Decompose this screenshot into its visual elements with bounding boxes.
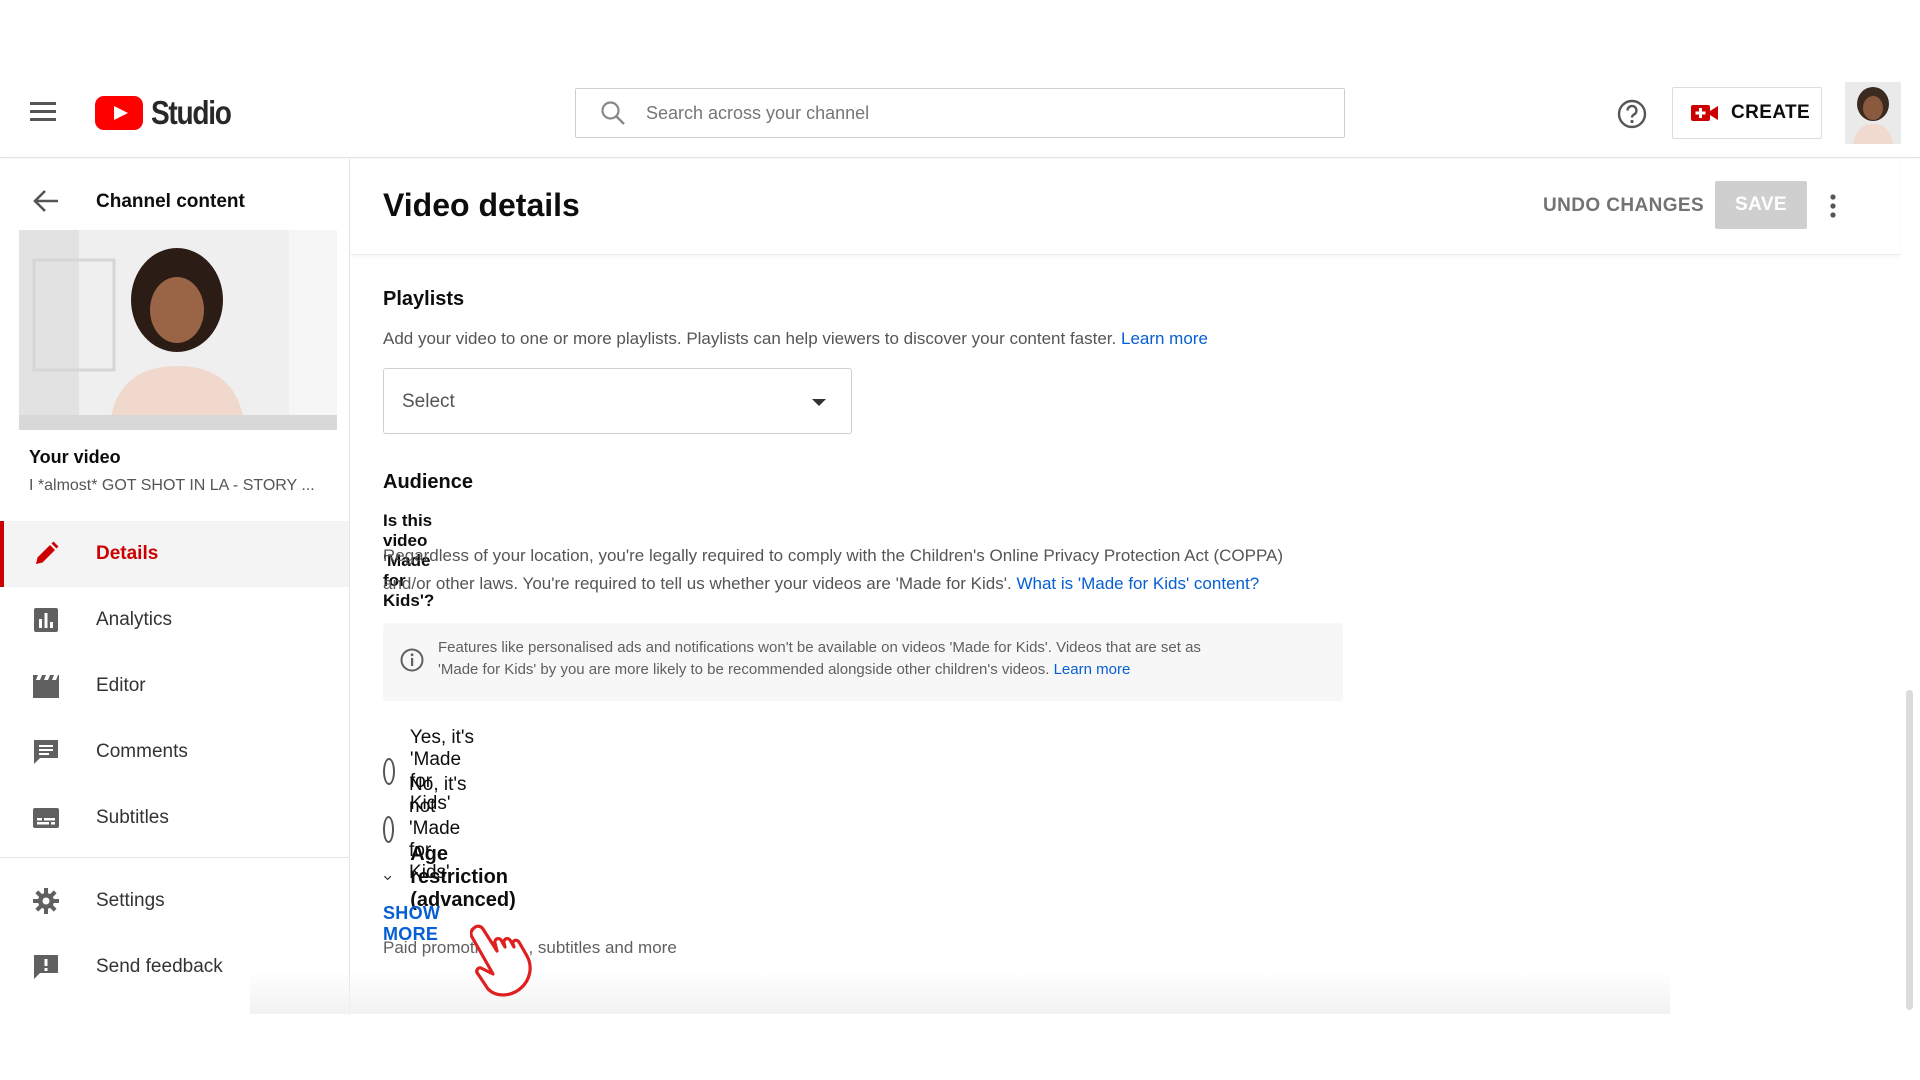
page-scrollbar[interactable] bbox=[1906, 690, 1913, 1010]
gear-icon bbox=[31, 886, 61, 916]
create-button[interactable]: CREATE bbox=[1672, 87, 1822, 139]
logo-text: Studio bbox=[151, 94, 232, 131]
feedback-icon bbox=[31, 952, 61, 982]
sidebar-item-label: Send feedback bbox=[96, 956, 223, 977]
subtitles-icon bbox=[31, 803, 61, 833]
search-bar[interactable] bbox=[575, 88, 1345, 138]
info-icon bbox=[399, 647, 425, 673]
create-label: CREATE bbox=[1731, 102, 1811, 123]
coppa-description-line2: and/or other laws. You're required to te… bbox=[383, 570, 1259, 598]
sidebar-nav: Details Analytics Editor Comments Subtit… bbox=[0, 521, 349, 1000]
radio-circle[interactable] bbox=[383, 815, 395, 843]
dropdown-caret-icon bbox=[812, 399, 826, 406]
editor-icon bbox=[31, 671, 61, 701]
info-box-line2: 'Made for Kids' by you are more likely t… bbox=[438, 659, 1201, 681]
sidebar-item-editor[interactable]: Editor bbox=[0, 653, 349, 719]
channel-content-title[interactable]: Channel content bbox=[96, 191, 245, 213]
sidebar-item-details[interactable]: Details bbox=[0, 521, 349, 587]
sidebar-item-label: Comments bbox=[96, 741, 188, 762]
sidebar: Channel content Your video I *almost* GO… bbox=[0, 159, 350, 1015]
video-thumbnail[interactable] bbox=[19, 230, 337, 430]
playlists-description-text: Add your video to one or more playlists.… bbox=[383, 329, 1117, 348]
studio-logo[interactable]: Studio bbox=[95, 94, 245, 132]
more-options-icon[interactable] bbox=[1827, 193, 1839, 219]
back-arrow-icon[interactable] bbox=[32, 189, 60, 213]
menu-icon[interactable] bbox=[30, 100, 56, 122]
sidebar-divider bbox=[0, 857, 349, 858]
sidebar-item-label: Subtitles bbox=[96, 807, 169, 828]
youtube-studio-app: Studio CREATE Channel content bbox=[0, 0, 1920, 1080]
undo-changes-button[interactable]: UNDO CHANGES bbox=[1543, 195, 1704, 217]
sidebar-item-comments[interactable]: Comments bbox=[0, 719, 349, 785]
info-box-line2-text: 'Made for Kids' by you are more likely t… bbox=[438, 661, 1050, 678]
video-title: I *almost* GOT SHOT IN LA - STORY ... bbox=[29, 477, 315, 494]
bottom-fade bbox=[250, 970, 1670, 1014]
sidebar-item-label: Settings bbox=[96, 890, 165, 911]
main-content: Video details UNDO CHANGES SAVE Playlist… bbox=[351, 159, 1920, 1015]
age-restriction-toggle[interactable]: Age restriction (advanced) bbox=[383, 843, 527, 912]
page-title: Video details bbox=[383, 187, 580, 223]
top-header: Studio CREATE bbox=[0, 70, 1920, 158]
sidebar-item-label: Details bbox=[96, 543, 159, 564]
playlists-heading: Playlists bbox=[383, 288, 465, 310]
playlists-description: Add your video to one or more playlists.… bbox=[383, 325, 1208, 353]
sidebar-item-label: Editor bbox=[96, 675, 146, 696]
main-header: Video details UNDO CHANGES SAVE bbox=[351, 159, 1900, 255]
chevron-down-icon bbox=[383, 875, 392, 880]
show-more-subtext-a: Paid promoti bbox=[383, 938, 479, 957]
info-box-learn-more-link[interactable]: Learn more bbox=[1054, 661, 1131, 678]
your-video-label: Your video bbox=[29, 447, 121, 467]
analytics-icon bbox=[31, 605, 61, 635]
info-box-text: Features like personalised ads and notif… bbox=[438, 637, 1201, 681]
coppa-description-line1: Regardless of your location, you're lega… bbox=[383, 546, 1284, 565]
sidebar-item-analytics[interactable]: Analytics bbox=[0, 587, 349, 653]
help-icon[interactable] bbox=[1616, 98, 1648, 130]
playlists-select[interactable]: Select bbox=[383, 368, 852, 434]
youtube-logo-icon bbox=[95, 96, 143, 130]
audience-heading: Audience bbox=[383, 471, 474, 493]
video-camera-icon bbox=[1691, 105, 1718, 121]
sidebar-item-label: Analytics bbox=[96, 609, 173, 630]
account-avatar[interactable] bbox=[1845, 82, 1901, 144]
playlists-learn-more-link[interactable]: Learn more bbox=[1121, 329, 1208, 348]
made-for-kids-info-link[interactable]: What is 'Made for Kids' content? bbox=[1016, 574, 1259, 593]
pencil-icon bbox=[31, 539, 61, 569]
age-restriction-label: Age restriction (advanced) bbox=[410, 843, 516, 911]
sidebar-item-subtitles[interactable]: Subtitles bbox=[0, 785, 349, 851]
save-button[interactable]: SAVE bbox=[1715, 181, 1807, 229]
playlists-select-value: Select bbox=[402, 391, 455, 412]
show-more-subtext-b: , subtitles and more bbox=[528, 938, 677, 957]
search-icon[interactable] bbox=[598, 98, 628, 128]
sidebar-item-settings[interactable]: Settings bbox=[0, 868, 349, 934]
search-input[interactable] bbox=[646, 102, 1326, 124]
made-for-kids-info-box: Features like personalised ads and notif… bbox=[383, 623, 1343, 701]
comments-icon bbox=[31, 737, 61, 767]
coppa-description-text: and/or other laws. You're required to te… bbox=[383, 574, 1012, 593]
info-box-line1: Features like personalised ads and notif… bbox=[438, 639, 1201, 656]
hand-pointer-cursor-icon bbox=[469, 918, 550, 1008]
